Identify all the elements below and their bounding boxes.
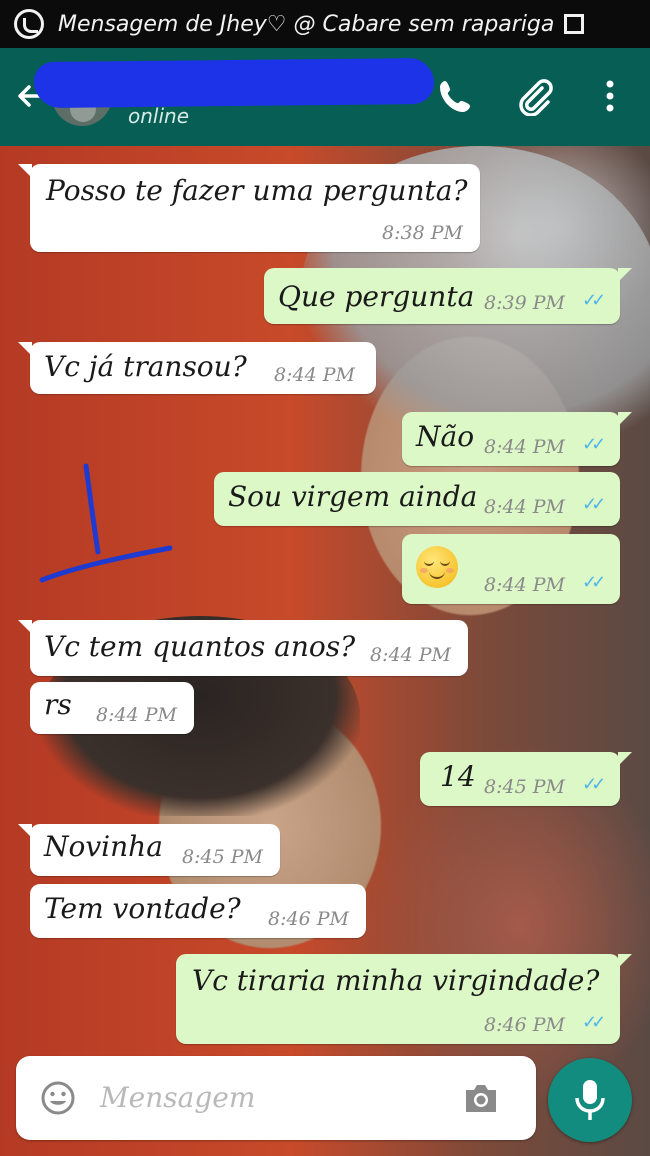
message-bubble-outgoing[interactable]: 8:44 PM ✓✓ [402,534,620,604]
message-time: 8:44 PM [484,574,565,596]
message-text: Vc tem quantos anos? [44,630,356,663]
square-icon [564,14,585,34]
contact-name-redacted[interactable] [33,57,435,109]
contact-status: online [128,104,190,128]
read-ticks-icon: ✓✓ [582,1012,606,1033]
message-time: 8:44 PM [96,704,177,726]
message-text: rs [44,688,72,721]
message-bubble-incoming[interactable]: Posso te fazer uma pergunta? 8:38 PM [18,164,480,252]
message-bubble-outgoing[interactable]: Não 8:44 PM ✓✓ [402,412,632,466]
chat-header: online [0,48,650,146]
message-bubble-incoming[interactable]: Vc tem quantos anos? 8:44 PM [18,620,468,676]
message-bubble-outgoing[interactable]: 14 8:45 PM ✓✓ [420,752,632,806]
read-ticks-icon: ✓✓ [582,434,606,455]
message-time: 8:46 PM [268,908,349,930]
whatsapp-icon [14,9,44,39]
message-time: 8:44 PM [370,644,451,666]
message-bubble-incoming[interactable]: Vc já transou? 8:44 PM [18,342,376,394]
message-text: Vc tiraria minha virgindade? [192,964,600,997]
attach-icon[interactable] [514,76,554,117]
message-composer: Mensagem [16,1056,536,1140]
status-bar: Mensagem de Jhey♡ @ Cabare sem rapariga [0,0,650,48]
message-text: Que pergunta [278,280,475,313]
message-text: Tem vontade? [44,892,241,925]
message-bubble-outgoing[interactable]: Que pergunta 8:39 PM ✓✓ [264,268,632,324]
message-text: Posso te fazer uma pergunta? [46,174,468,207]
microphone-icon [575,1080,605,1120]
message-bubble-incoming[interactable]: Tem vontade? 8:46 PM [30,884,366,938]
read-ticks-icon: ✓✓ [582,290,606,311]
message-time: 8:45 PM [182,846,263,868]
chat-area[interactable]: Posso te fazer uma pergunta? 8:38 PM Que… [0,146,650,1156]
message-bubble-incoming[interactable]: rs 8:44 PM [30,682,194,734]
message-time: 8:44 PM [484,436,565,458]
read-ticks-icon: ✓✓ [582,774,606,795]
emoji-icon[interactable] [40,1080,76,1116]
message-input[interactable]: Mensagem [100,1078,440,1118]
phone-icon[interactable] [436,76,476,116]
message-time: 8:46 PM [484,1014,565,1036]
message-time: 8:38 PM [382,222,463,244]
read-ticks-icon: ✓✓ [582,494,606,515]
message-bubble-outgoing[interactable]: Sou virgem ainda 8:44 PM ✓✓ [214,472,620,526]
message-text: Não [416,420,475,453]
more-options-icon[interactable] [596,76,624,116]
notification-text: Mensagem de Jhey♡ @ Cabare sem rapariga [58,11,555,37]
message-text: 14 [440,760,476,793]
message-time: 8:39 PM [484,292,565,314]
message-bubble-outgoing[interactable]: Vc tiraria minha virgindade? 8:46 PM ✓✓ [176,954,632,1044]
mic-button[interactable] [548,1058,632,1142]
camera-icon[interactable] [462,1080,500,1116]
message-time: 8:44 PM [274,364,355,386]
message-time: 8:45 PM [484,776,565,798]
message-bubble-incoming[interactable]: Novinha 8:45 PM [18,824,280,876]
pen-scribble [39,463,173,583]
read-ticks-icon: ✓✓ [582,572,606,593]
message-text: Sou virgem ainda [228,480,478,513]
message-text: Vc já transou? [44,350,247,383]
message-text: Novinha [44,830,163,863]
relieved-face-icon [416,546,458,588]
message-time: 8:44 PM [484,496,565,518]
